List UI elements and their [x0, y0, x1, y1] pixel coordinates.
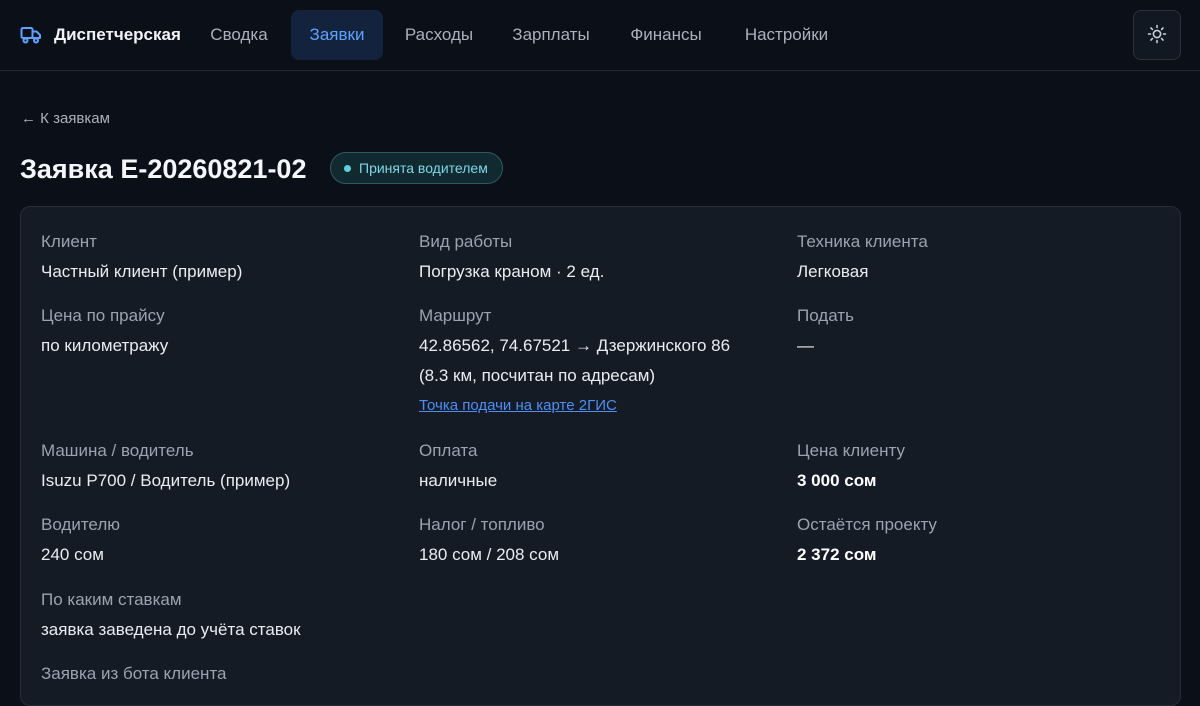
- field-client-price: Цена клиенту 3 000 сом: [797, 440, 905, 496]
- field-vehicle-driver-value: Isuzu P700 / Водитель (пример): [41, 471, 291, 490]
- field-payment: Оплата наличные: [419, 440, 497, 496]
- field-to-driver: Водителю 240 сом: [41, 514, 120, 570]
- field-price-list-value: по километражу: [41, 336, 169, 355]
- field-deliver-label: Подать: [797, 306, 854, 325]
- field-client-price-value: 3 000 сом: [797, 471, 877, 490]
- field-rates: По каким ставкам заявка заведена до учёт…: [41, 589, 301, 645]
- page-title: Заявка E-20260821-02: [20, 154, 307, 184]
- field-route-label: Маршрут: [419, 306, 492, 325]
- field-from-bot: Заявка из бота клиента: [41, 663, 227, 685]
- nav-item-salaries[interactable]: Зарплаты: [498, 10, 604, 60]
- field-tax-fuel-value: 180 сом / 208 сом: [419, 545, 560, 564]
- field-project-remainder-value: 2 372 сом: [797, 545, 877, 564]
- field-client-vehicle: Техника клиента Легковая: [797, 231, 928, 287]
- field-client-value: Частный клиент (пример): [41, 262, 243, 281]
- field-payment-value: наличные: [419, 471, 498, 490]
- field-route-line2: (8.3 км, посчитан по адресам): [419, 366, 656, 385]
- nav-item-summary[interactable]: Сводка: [196, 10, 282, 60]
- app-title: Диспетчерская: [54, 25, 181, 44]
- nav-item-expenses[interactable]: Расходы: [392, 10, 486, 60]
- field-client: Клиент Частный клиент (пример): [41, 231, 242, 287]
- field-to-driver-value: 240 сом: [41, 545, 104, 564]
- nav-item-requests[interactable]: Заявки: [291, 10, 383, 60]
- truck-icon: [20, 24, 42, 46]
- field-vehicle-driver-label: Машина / водитель: [41, 441, 194, 460]
- field-client-vehicle-label: Техника клиента: [797, 232, 928, 251]
- field-payment-label: Оплата: [419, 441, 478, 460]
- nav-item-settings[interactable]: Настройки: [728, 10, 845, 60]
- theme-toggle-button[interactable]: [1133, 10, 1181, 60]
- field-tax-fuel-label: Налог / топливо: [419, 515, 545, 534]
- field-price-list-label: Цена по прайсу: [41, 306, 165, 325]
- field-deliver-value: —: [797, 336, 814, 355]
- field-to-driver-label: Водителю: [41, 515, 120, 534]
- field-price-list: Цена по прайсу по километражу: [41, 305, 168, 361]
- status-dot-icon: [344, 165, 351, 172]
- request-details-card: Клиент Частный клиент (пример) Вид работ…: [20, 206, 1181, 706]
- field-vehicle-driver: Машина / водитель Isuzu P700 / Водитель …: [41, 440, 290, 496]
- sun-icon: [1147, 24, 1167, 47]
- back-to-requests-link[interactable]: ← К заявкам: [21, 110, 110, 127]
- field-work-type: Вид работы Погрузка краном · 2 ед.: [419, 231, 604, 287]
- field-route-line1: 42.86562, 74.67521 → Дзержинского 86: [419, 336, 731, 355]
- nav-item-finance[interactable]: Финансы: [615, 10, 717, 60]
- field-work-type-label: Вид работы: [419, 232, 513, 251]
- top-navigation-bar: Диспетчерская Сводка Заявки Расходы Зарп…: [0, 0, 1200, 71]
- field-from-bot-label: Заявка из бота клиента: [41, 664, 227, 683]
- field-client-price-label: Цена клиенту: [797, 441, 905, 460]
- field-project-remainder: Остаётся проекту 2 372 сом: [797, 514, 937, 570]
- field-tax-fuel: Налог / топливо 180 сом / 208 сом: [419, 514, 559, 570]
- status-badge: Принята водителем: [330, 152, 503, 184]
- field-work-type-value: Погрузка краном · 2 ед.: [419, 262, 605, 281]
- status-badge-label: Принята водителем: [359, 160, 488, 176]
- field-client-vehicle-value: Легковая: [797, 262, 869, 281]
- field-rates-label: По каким ставкам: [41, 590, 182, 609]
- field-deliver: Подать —: [797, 305, 854, 361]
- field-project-remainder-label: Остаётся проекту: [797, 515, 937, 534]
- brand[interactable]: Диспетчерская: [20, 22, 181, 48]
- field-route: Маршрут 42.86562, 74.67521 → Дзержинског…: [419, 305, 730, 414]
- field-rates-value: заявка заведена до учёта ставок: [41, 620, 301, 639]
- route-map-link[interactable]: Точка подачи на карте 2ГИС: [419, 397, 730, 414]
- field-client-label: Клиент: [41, 232, 97, 251]
